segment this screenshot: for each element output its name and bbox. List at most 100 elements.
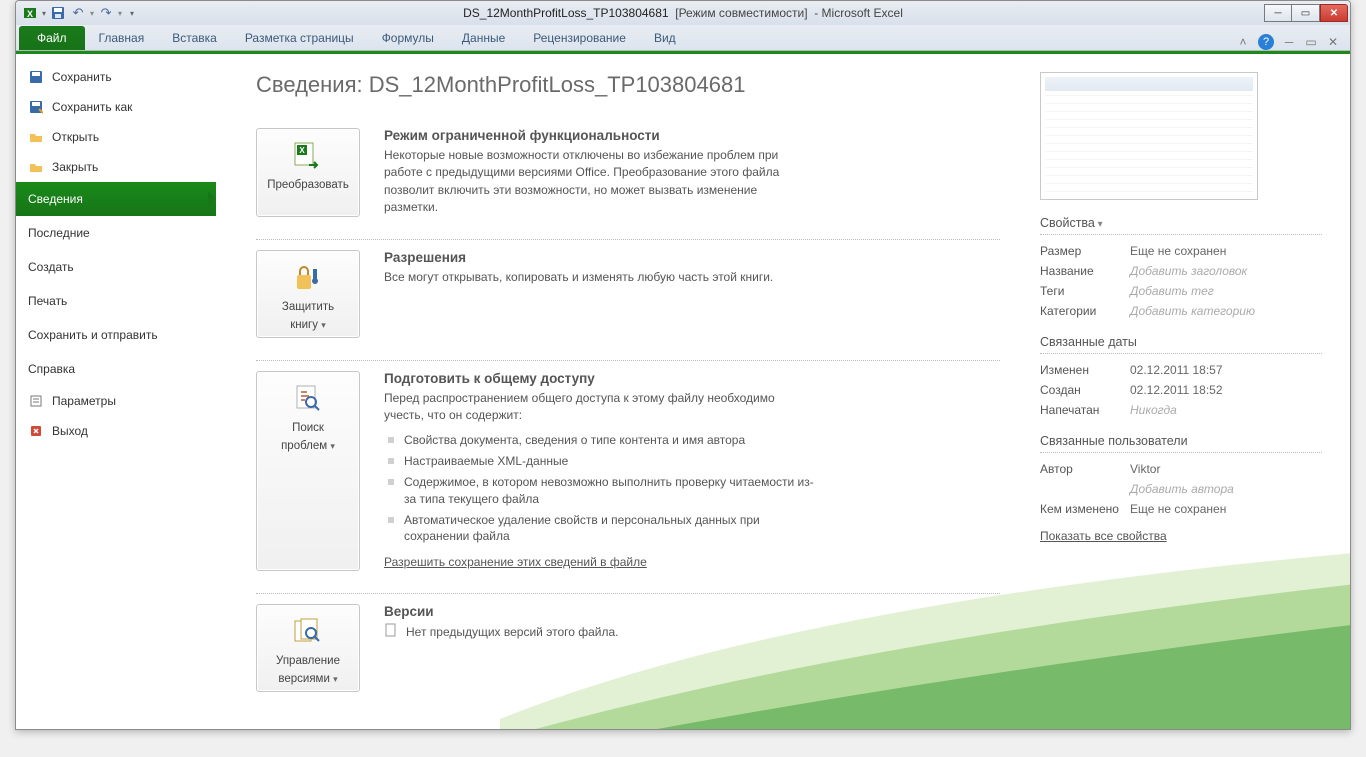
versions-empty-line: Нет предыдущих версий этого файла. bbox=[384, 623, 814, 640]
page-title-prefix: Сведения: bbox=[256, 72, 369, 97]
redo-icon[interactable]: ↷ bbox=[98, 5, 114, 21]
section-prepare-share: Поиск проблем ▾ Подготовить к общему дос… bbox=[256, 361, 1000, 595]
prop-add-author[interactable]: Добавить автора bbox=[1130, 482, 1234, 496]
nav-help-label: Справка bbox=[28, 362, 75, 376]
nav-new-label: Создать bbox=[28, 260, 74, 274]
prop-prn-key: Напечатан bbox=[1040, 403, 1130, 417]
quick-access-toolbar: X ▾ ↶ ▾ ↷ ▾ ▾ bbox=[16, 5, 140, 21]
title-app: Microsoft Excel bbox=[822, 6, 903, 20]
prop-row-tags: Теги Добавить тег bbox=[1040, 281, 1322, 301]
related-dates-header: Связанные даты bbox=[1040, 335, 1322, 354]
tab-view[interactable]: Вид bbox=[640, 26, 690, 50]
minimize-button[interactable]: ─ bbox=[1264, 4, 1292, 22]
page-title-doc: DS_12MonthProfitLoss_TP103804681 bbox=[369, 72, 746, 97]
nav-recent-label: Последние bbox=[28, 226, 90, 240]
check-issues-button[interactable]: Поиск проблем ▾ bbox=[256, 371, 360, 572]
prop-title-key: Название bbox=[1040, 264, 1130, 278]
related-users-header: Связанные пользователи bbox=[1040, 434, 1322, 453]
section-permissions: Защитить книгу ▾ Разрешения Все могут от… bbox=[256, 240, 1000, 361]
tab-home[interactable]: Главная bbox=[85, 26, 159, 50]
section-compatibility: X Преобразовать Режим ограниченной функц… bbox=[256, 118, 1000, 240]
convert-button-label: Преобразовать bbox=[267, 179, 349, 191]
tab-formulas[interactable]: Формулы bbox=[368, 26, 448, 50]
protect-label-1: Защитить bbox=[282, 301, 334, 313]
exit-icon bbox=[28, 423, 44, 439]
info-main-pane: Сведения: DS_12MonthProfitLoss_TP1038046… bbox=[216, 54, 1030, 729]
nav-new[interactable]: Создать bbox=[16, 250, 216, 284]
folder-close-icon bbox=[28, 159, 44, 175]
prop-title-val[interactable]: Добавить заголовок bbox=[1130, 264, 1247, 278]
nav-options[interactable]: Параметры bbox=[16, 386, 216, 416]
window-buttons: ─ ▭ ✕ bbox=[1264, 4, 1350, 22]
prop-size-key: Размер bbox=[1040, 244, 1130, 258]
chevron-down-icon: ▾ bbox=[321, 320, 326, 330]
versions-title: Версии bbox=[384, 604, 814, 619]
prop-auth-val: Viktor bbox=[1130, 462, 1160, 476]
nav-close[interactable]: Закрыть bbox=[16, 152, 216, 182]
prop-row-title: Название Добавить заголовок bbox=[1040, 261, 1322, 281]
qat-dropdown-icon[interactable]: ▾ bbox=[42, 9, 46, 18]
prop-row-categories: Категории Добавить категорию bbox=[1040, 301, 1322, 321]
nav-info-label: Сведения bbox=[28, 192, 83, 206]
prop-cat-key: Категории bbox=[1040, 304, 1130, 318]
ribbon-tabs: Файл Главная Вставка Разметка страницы Ф… bbox=[16, 25, 1350, 51]
list-item: Содержимое, в котором невозможно выполни… bbox=[384, 472, 814, 510]
show-all-properties-link[interactable]: Показать все свойства bbox=[1040, 529, 1167, 543]
prop-row-add-author: Добавить автора bbox=[1040, 479, 1322, 499]
nav-open[interactable]: Открыть bbox=[16, 122, 216, 152]
lock-key-icon bbox=[291, 261, 325, 295]
convert-button[interactable]: X Преобразовать bbox=[256, 128, 360, 217]
prop-size-val: Еще не сохранен bbox=[1130, 244, 1226, 258]
tab-insert[interactable]: Вставка bbox=[158, 26, 231, 50]
backstage-nav: Сохранить Сохранить как Открыть Закрыть … bbox=[16, 54, 216, 729]
title-compat: [Режим совместимости] bbox=[675, 6, 807, 20]
nav-send[interactable]: Сохранить и отправить bbox=[16, 318, 216, 352]
nav-info[interactable]: Сведения bbox=[16, 182, 216, 216]
section-versions-body: Версии Нет предыдущих версий этого файла… bbox=[384, 604, 814, 692]
mdi-close-icon[interactable]: ✕ bbox=[1326, 35, 1340, 49]
prop-row-changed-by: Кем изменено Еще не сохранен bbox=[1040, 499, 1322, 519]
redo-dropdown-icon[interactable]: ▾ bbox=[118, 9, 122, 18]
section-permissions-body: Разрешения Все могут открывать, копирова… bbox=[384, 250, 814, 338]
options-icon bbox=[28, 393, 44, 409]
undo-icon[interactable]: ↶ bbox=[70, 5, 86, 21]
svg-text:X: X bbox=[299, 146, 305, 155]
nav-save[interactable]: Сохранить bbox=[16, 62, 216, 92]
nav-exit[interactable]: Выход bbox=[16, 416, 216, 446]
maximize-button[interactable]: ▭ bbox=[1292, 4, 1320, 22]
protect-workbook-button[interactable]: Защитить книгу ▾ bbox=[256, 250, 360, 338]
qat-customize-icon[interactable]: ▾ bbox=[130, 9, 134, 18]
minimize-ribbon-icon[interactable]: ˄ bbox=[1236, 35, 1250, 49]
mdi-minimize-icon[interactable]: ─ bbox=[1282, 35, 1296, 49]
properties-pane: Свойства Размер Еще не сохранен Название… bbox=[1030, 54, 1350, 729]
prop-chg-val: Еще не сохранен bbox=[1130, 502, 1226, 516]
save-icon[interactable] bbox=[50, 5, 66, 21]
prop-cre-val: 02.12.2011 18:52 bbox=[1130, 383, 1223, 397]
manage-versions-button[interactable]: Управление версиями ▾ bbox=[256, 604, 360, 692]
section-prepare-body: Подготовить к общему доступу Перед распр… bbox=[384, 371, 814, 572]
nav-help[interactable]: Справка bbox=[16, 352, 216, 386]
properties-header[interactable]: Свойства bbox=[1040, 216, 1322, 235]
prop-tags-key: Теги bbox=[1040, 284, 1130, 298]
allow-save-link[interactable]: Разрешить сохранение этих сведений в фай… bbox=[384, 555, 647, 569]
nav-recent[interactable]: Последние bbox=[16, 216, 216, 250]
compatibility-title: Режим ограниченной функциональности bbox=[384, 128, 814, 143]
folder-open-icon bbox=[28, 129, 44, 145]
mdi-restore-icon[interactable]: ▭ bbox=[1304, 35, 1318, 49]
document-thumbnail[interactable] bbox=[1040, 72, 1258, 200]
page-title: Сведения: DS_12MonthProfitLoss_TP1038046… bbox=[256, 72, 1000, 98]
tab-data[interactable]: Данные bbox=[448, 26, 519, 50]
nav-save-as[interactable]: Сохранить как bbox=[16, 92, 216, 122]
prop-tags-val[interactable]: Добавить тег bbox=[1130, 284, 1214, 298]
prop-cat-val[interactable]: Добавить категорию bbox=[1130, 304, 1255, 318]
window-title: DS_12MonthProfitLoss_TP103804681 [Режим … bbox=[463, 6, 903, 20]
file-tab[interactable]: Файл bbox=[19, 26, 85, 50]
close-button[interactable]: ✕ bbox=[1320, 4, 1348, 22]
prepare-text: Перед распространением общего доступа к … bbox=[384, 390, 814, 425]
nav-print[interactable]: Печать bbox=[16, 284, 216, 318]
help-icon[interactable]: ? bbox=[1258, 34, 1274, 50]
tab-page-layout[interactable]: Разметка страницы bbox=[231, 26, 368, 50]
undo-dropdown-icon[interactable]: ▾ bbox=[90, 9, 94, 18]
tab-review[interactable]: Рецензирование bbox=[519, 26, 640, 50]
versions-label-1: Управление bbox=[276, 655, 340, 667]
